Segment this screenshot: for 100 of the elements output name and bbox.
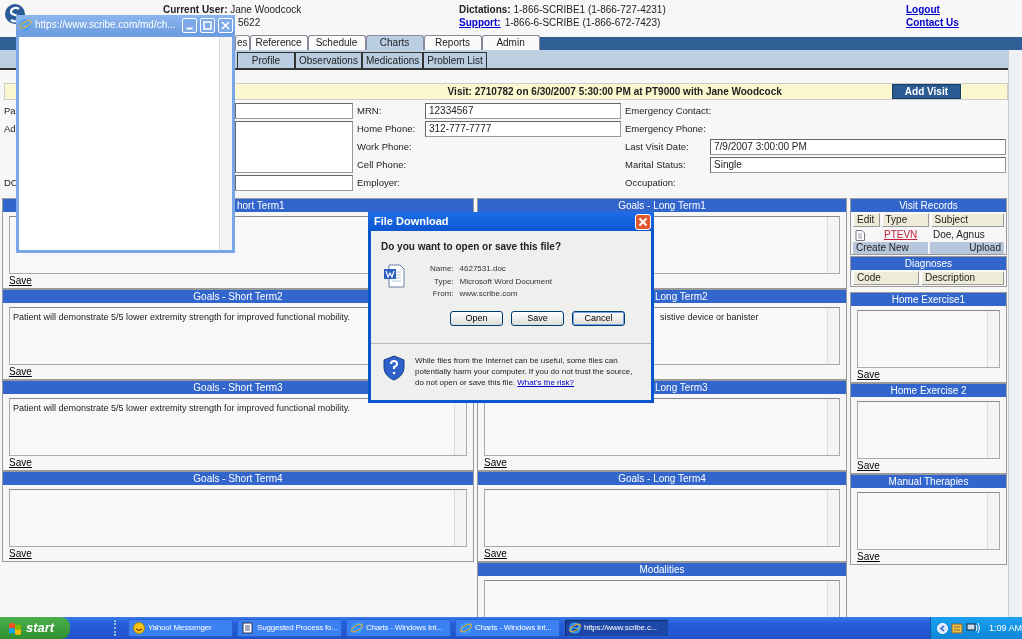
input-field[interactable]: 312-777-7777 <box>425 121 621 137</box>
save-link[interactable]: Save <box>484 548 507 560</box>
sub-tab[interactable]: Problem List <box>423 52 487 68</box>
record-link[interactable]: PTEVN <box>884 229 933 241</box>
save-link[interactable]: Save <box>857 460 880 472</box>
dialog-button[interactable]: Cancel <box>572 310 625 326</box>
taskbar-item[interactable]: Charts - Windows Int... <box>455 619 560 637</box>
minimize-button[interactable] <box>182 17 197 33</box>
field-value: Microsoft Word Document <box>459 276 552 287</box>
column-header[interactable]: Description <box>921 271 1004 285</box>
text-area[interactable] <box>484 398 840 456</box>
panel-header: Manual Therapies <box>851 475 1006 488</box>
chevron-icon[interactable] <box>937 622 948 634</box>
dialog-title: File Download <box>374 214 449 229</box>
field-value: 4627531.doc <box>459 264 507 274</box>
goal-text: Patient will demonstrate 5/5 lower extremity strength for improved functional mobility. <box>13 403 350 414</box>
panel-header: Goals - Short Term4 <box>3 472 473 485</box>
scrollbar[interactable] <box>987 402 999 458</box>
maximize-button[interactable] <box>200 17 215 33</box>
field-label: Type: <box>433 276 454 287</box>
nav-tab[interactable]: Reports <box>423 35 482 50</box>
table-cell: Doe, Agnus <box>933 229 985 241</box>
header-link[interactable]: Contact Us <box>906 16 959 29</box>
save-link[interactable]: Save <box>484 457 507 469</box>
taskbar-item[interactable]: Yahoo! Messenger <box>128 619 233 637</box>
nav-tab[interactable]: Schedule <box>307 35 366 50</box>
action-link[interactable]: Upload <box>929 242 1004 254</box>
windows-logo-icon <box>8 621 22 635</box>
field-label: Marital Status: <box>625 159 686 171</box>
minimize-icon <box>186 26 193 30</box>
current-user: Current User: Jane Woodcock <box>163 3 303 16</box>
maximize-icon <box>203 20 212 30</box>
action-link[interactable]: Create New <box>853 242 928 254</box>
input-field[interactable]: 7/9/2007 3:00:00 PM <box>710 139 1006 155</box>
field-label: Occupation: <box>625 177 676 189</box>
column-header[interactable]: Type <box>881 213 929 227</box>
close-button[interactable] <box>635 213 651 230</box>
save-link[interactable]: Save <box>9 366 32 378</box>
taskbar-item[interactable]: Suggested Process fo... <box>237 619 342 637</box>
text-area[interactable] <box>235 121 353 173</box>
input-field[interactable]: 12334567 <box>425 103 621 119</box>
save-link[interactable]: Save <box>9 548 32 560</box>
close-icon <box>638 216 648 227</box>
scrollbar[interactable] <box>219 37 232 250</box>
sub-tab[interactable]: Medications <box>361 52 424 68</box>
scrollbar[interactable] <box>987 493 999 549</box>
nav-tab[interactable]: Admin <box>481 35 540 50</box>
browser-icon <box>460 622 472 634</box>
sub-tab[interactable]: Observations <box>295 52 362 68</box>
nav-tab[interactable]: es <box>235 35 250 50</box>
taskbar-item[interactable]: Charts - Windows Int... <box>346 619 451 637</box>
visit-title: Visit: 2710782 on 6/30/2007 5:30:00 PM at PT9000 with Jane Woodcock <box>447 85 782 98</box>
save-link[interactable]: Save <box>9 275 32 287</box>
field-label: Home Phone: <box>357 123 416 135</box>
dialog-button[interactable]: Open <box>450 310 503 326</box>
nav-tab[interactable]: Charts <box>365 35 424 50</box>
document-icon <box>242 622 254 634</box>
field-label: Emergency Contact: <box>625 105 712 117</box>
text-area[interactable]: Patient will demonstrate 5/5 lower extremity strength for improved functional mobility. <box>9 398 467 456</box>
column-header[interactable]: Edit <box>853 213 880 227</box>
scrollbar[interactable] <box>987 311 999 367</box>
network-icon[interactable] <box>966 622 980 634</box>
scrollbar[interactable] <box>827 399 839 455</box>
smiley-icon <box>133 622 145 634</box>
scrollbar[interactable] <box>1008 50 1021 617</box>
add-visit-button[interactable]: Add Visit <box>891 84 961 99</box>
goal-text: sistive device or banister <box>660 312 759 323</box>
input-field[interactable] <box>235 175 353 191</box>
browser-icon <box>569 622 581 634</box>
header-link[interactable]: Logout <box>906 3 940 16</box>
shield-icon <box>383 354 405 381</box>
nav-tab[interactable]: Reference <box>249 35 308 50</box>
sub-tab[interactable]: Profile <box>237 52 295 68</box>
browser-icon <box>18 18 32 32</box>
column-header[interactable]: Subject <box>930 213 1004 227</box>
close-button[interactable] <box>218 17 233 33</box>
scrollbar[interactable] <box>827 308 839 364</box>
window-title: https://www.scribe.com/md/ch... <box>35 19 177 31</box>
scrollbar[interactable] <box>827 490 839 546</box>
support-text: 1-866-6-SCRIBE (1-866-672-7423) <box>504 16 661 29</box>
field-label: Employer: <box>357 177 400 189</box>
input-field[interactable]: Single <box>710 157 1006 173</box>
field-label: Last Visit Date: <box>625 141 689 153</box>
support-link[interactable]: Support: <box>459 16 501 29</box>
save-link[interactable]: Save <box>857 369 880 381</box>
input-field[interactable] <box>235 103 353 119</box>
save-link[interactable]: Save <box>9 457 32 469</box>
field-label: From: <box>431 289 454 299</box>
document-icon[interactable] <box>855 229 865 241</box>
toolbar-grip[interactable] <box>114 620 118 636</box>
dialog-button[interactable]: Save <box>511 310 564 326</box>
scrollbar[interactable] <box>827 217 839 273</box>
scrollbar[interactable] <box>454 490 466 546</box>
folder-icon[interactable] <box>951 622 963 634</box>
dialog-question: Do you want to open or save this file? <box>381 241 563 253</box>
dictations-text: Dictations: 1-866-SCRIBE1 (1-866-727-4231) <box>459 3 667 16</box>
taskbar-item[interactable]: https://www.scribe.c... <box>564 619 669 637</box>
clock-text: 1:09 AM <box>989 622 1022 634</box>
save-link[interactable]: Save <box>857 551 880 563</box>
column-header[interactable]: Code <box>853 271 919 285</box>
